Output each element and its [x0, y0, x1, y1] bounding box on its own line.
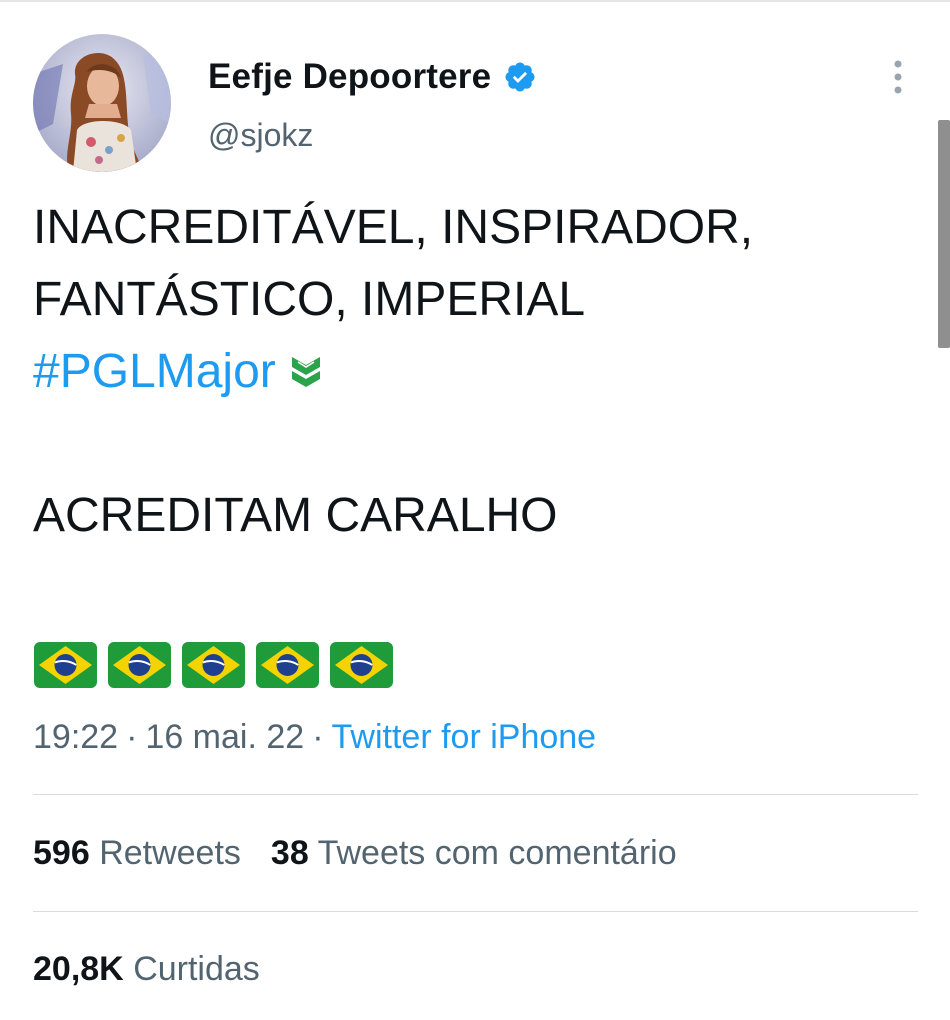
brazil-flag-icon [256, 642, 319, 688]
brazil-flag-icon [34, 642, 97, 688]
hashtag-link[interactable]: #PGLMajor [33, 345, 276, 398]
display-name[interactable]: Eefje Depoortere [208, 57, 537, 97]
flag-emoji-row [33, 641, 394, 689]
display-name-text: Eefje Depoortere [208, 57, 492, 96]
tweet-detail-view: Eefje Depoortere @sjokz INACREDITÁVEL, I… [0, 0, 950, 1020]
scrollbar[interactable] [938, 120, 950, 348]
divider [33, 794, 918, 795]
quotes-label: Tweets com comentário [317, 834, 677, 872]
brazil-flag-icon [182, 642, 245, 688]
retweets-stat[interactable]: 596 Retweets [33, 834, 241, 872]
tweet-text-line: INACREDITÁVEL, INSPIRADOR, [33, 201, 754, 254]
pgl-major-icon [291, 357, 320, 387]
quotes-stat[interactable]: 38 Tweets com comentário [271, 834, 677, 872]
hashtag-line: #PGLMajor [33, 336, 913, 408]
tweet-text: INACREDITÁVEL, INSPIRADOR, FANTÁSTICO, I… [33, 192, 913, 408]
quotes-count: 38 [270, 834, 309, 872]
likes-label: Curtidas [133, 950, 260, 988]
tweet-text-line: ACREDITAM CARALHO [33, 489, 558, 542]
tweet-time[interactable]: 19:22 [33, 718, 118, 756]
avatar[interactable] [33, 34, 171, 172]
retweets-count: 596 [33, 834, 90, 872]
brazil-flag-icon [330, 642, 393, 688]
tweet-date[interactable]: 16 mai. 22 [145, 718, 304, 756]
likes-stat[interactable]: 20,8K Curtidas [33, 950, 260, 989]
tweet-text-line: FANTÁSTICO, IMPERIAL [33, 273, 586, 326]
top-border [0, 0, 950, 2]
tweet-meta: 19:22 · 16 mai. 22 · Twitter for iPhone [33, 718, 596, 757]
verified-badge-icon [505, 62, 535, 92]
brazil-flag-icon [108, 642, 171, 688]
more-options-icon[interactable] [886, 58, 910, 98]
retweets-label: Retweets [99, 834, 241, 872]
user-handle[interactable]: @sjokz [208, 117, 313, 154]
tweet-source-link[interactable]: Twitter for iPhone [332, 718, 597, 756]
meta-separator: · [126, 718, 138, 756]
meta-separator: · [312, 718, 324, 756]
engagement-stats: 596 Retweets 38 Tweets com comentário [33, 834, 677, 873]
divider [33, 911, 918, 912]
likes-count: 20,8K [33, 950, 124, 988]
